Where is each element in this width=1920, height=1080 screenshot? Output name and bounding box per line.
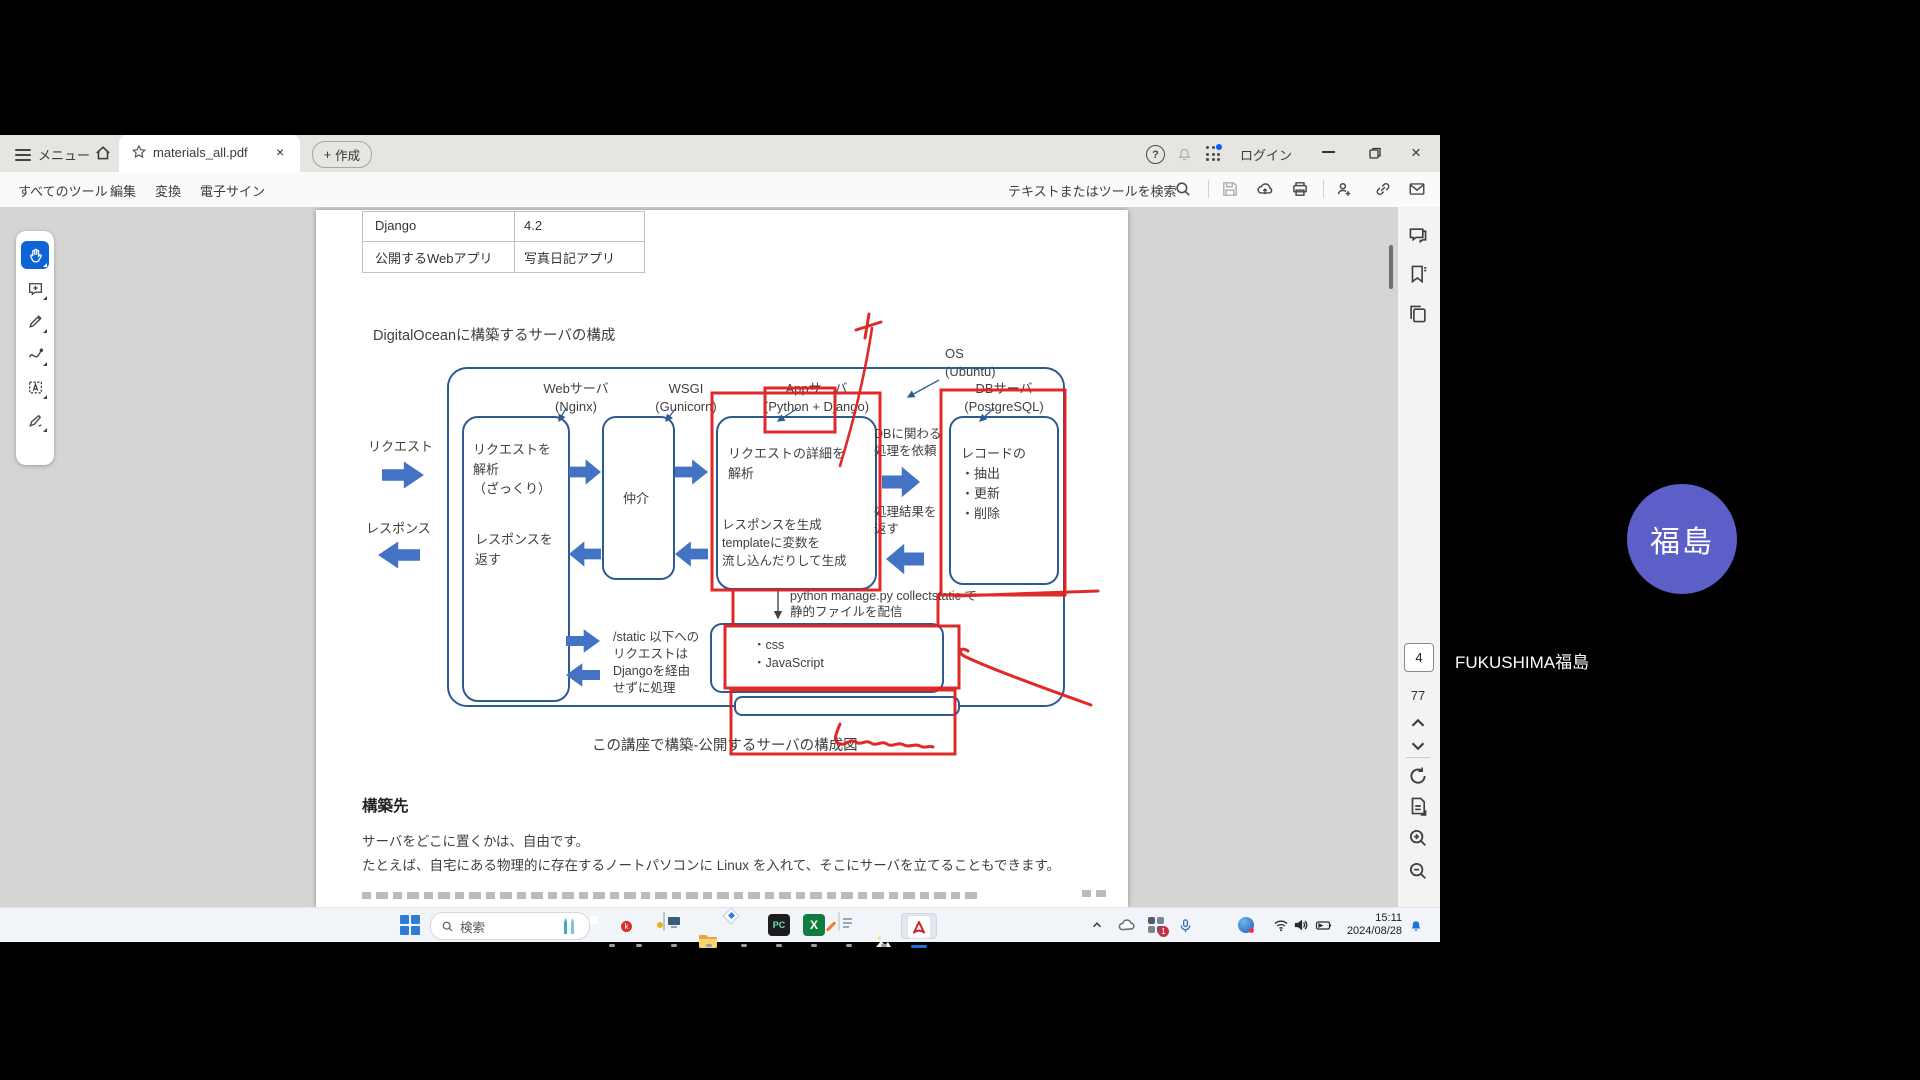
onedrive-icon[interactable] <box>1116 913 1136 937</box>
restore-button[interactable] <box>1368 146 1382 160</box>
participant-avatar: 福島 <box>1627 484 1737 594</box>
chevron-down-icon[interactable] <box>1407 735 1431 759</box>
search-icon[interactable] <box>1174 180 1192 198</box>
zoom-out-icon[interactable] <box>1407 860 1431 884</box>
app-icon-remote-desktop[interactable] <box>662 913 686 937</box>
clock-date: 2024/08/28 <box>1338 925 1402 938</box>
minimize-button[interactable] <box>1322 151 1335 153</box>
comments-panel-icon[interactable] <box>1407 223 1431 247</box>
help-icon[interactable]: ? <box>1146 145 1165 164</box>
app-icon-journal[interactable] <box>837 913 861 937</box>
print-icon[interactable] <box>1291 180 1309 198</box>
acrobat-window: メニュー materials_all.pdf × + 作成 ? <box>0 135 1440 907</box>
page-total: 77 <box>1398 688 1438 703</box>
right-tool-rail: 4 77 <box>1398 207 1440 907</box>
home-icon[interactable] <box>94 144 112 162</box>
clock-time: 15:11 <box>1338 912 1402 925</box>
star-icon[interactable] <box>131 144 147 160</box>
plus-icon: + <box>324 148 331 162</box>
attachments-panel-icon[interactable] <box>1407 303 1431 327</box>
acrobat-tabbar: メニュー materials_all.pdf × + 作成 ? <box>0 135 1440 172</box>
bell-icon[interactable] <box>1176 145 1193 162</box>
tray-app-blue-icon[interactable] <box>1236 913 1256 937</box>
link-icon[interactable] <box>1374 180 1392 198</box>
app-icon-chrome-profile1[interactable]: k <box>627 913 651 937</box>
menu-hamburger-icon[interactable] <box>15 146 31 160</box>
acrobat-toolbar: すべてのツール 編集 変換 電子サイン テキストまたはツールを検索 <box>0 172 1440 208</box>
draw-tool[interactable] <box>21 340 49 368</box>
document-tab[interactable]: materials_all.pdf × <box>119 135 300 172</box>
mail-icon[interactable] <box>1408 180 1426 198</box>
apps-grid-icon[interactable] <box>1206 146 1222 162</box>
microphone-icon[interactable] <box>1175 913 1195 937</box>
document-area: Django 4.2 公開するWebアプリ 写真日記アプリ DigitalOce… <box>0 207 1440 907</box>
app-icon-file-explorer[interactable] <box>697 913 721 937</box>
fill-sign-tool[interactable] <box>21 406 49 434</box>
wifi-icon[interactable] <box>1271 913 1291 937</box>
bookmarks-panel-icon[interactable] <box>1407 263 1431 287</box>
pdf-page: Django 4.2 公開するWebアプリ 写真日記アプリ DigitalOce… <box>316 210 1128 907</box>
app-icon-pycharm[interactable]: PC <box>767 913 791 937</box>
search-label[interactable]: テキストまたはツールを検索 <box>1008 181 1177 200</box>
screen: メニュー materials_all.pdf × + 作成 ? <box>0 0 1920 1080</box>
app-icon-photos[interactable] <box>872 913 896 937</box>
search-placeholder: 検索 <box>460 917 485 936</box>
add-comment-tool[interactable] <box>21 274 49 302</box>
request-signature-icon[interactable] <box>1335 180 1353 198</box>
scrollbar-thumb[interactable] <box>1389 245 1393 289</box>
highlight-tool[interactable] <box>21 307 49 335</box>
tab-title: materials_all.pdf <box>153 145 248 160</box>
menu-all-tools[interactable]: すべてのツール <box>18 181 108 200</box>
login-button[interactable]: ログイン <box>1240 145 1292 164</box>
start-button[interactable] <box>400 915 420 935</box>
search-icon <box>441 920 454 933</box>
menu-button[interactable]: メニュー <box>38 145 90 164</box>
taskbar-search[interactable]: 検索 <box>430 912 590 940</box>
menu-convert[interactable]: 変換 <box>155 181 181 200</box>
select-text-tool[interactable] <box>21 373 49 401</box>
hand-tool[interactable] <box>21 241 49 269</box>
page-display-icon[interactable] <box>1407 795 1431 819</box>
app-icon-excel[interactable]: X <box>802 913 826 937</box>
taskbar-clock[interactable]: 15:11 2024/08/28 <box>1338 912 1402 938</box>
red-annotations-layer <box>316 210 1128 907</box>
app-icon-chrome-profile2[interactable] <box>732 913 756 937</box>
ime-indicator[interactable] <box>1204 913 1224 937</box>
tray-chevron-up-icon[interactable] <box>1087 913 1107 937</box>
windows-taskbar: 検索 k <box>0 907 1440 942</box>
save-icon[interactable] <box>1221 180 1239 198</box>
window-close-button[interactable]: × <box>1411 143 1421 163</box>
search-highlight-image <box>561 918 579 934</box>
volume-icon[interactable] <box>1291 913 1311 937</box>
create-button[interactable]: + 作成 <box>312 141 372 168</box>
left-tool-rail <box>16 231 54 465</box>
chevron-up-icon[interactable] <box>1407 712 1431 736</box>
participant-name: FUKUSHIMA福島 <box>1455 648 1589 673</box>
zoom-in-icon[interactable] <box>1407 827 1431 851</box>
app-icon-acrobat-active[interactable] <box>901 913 937 939</box>
battery-icon[interactable] <box>1314 913 1334 937</box>
teams-icon[interactable]: 1 <box>1146 913 1166 937</box>
menu-edit[interactable]: 編集 <box>110 181 136 200</box>
notification-bell-icon[interactable] <box>1406 913 1426 937</box>
menu-esign[interactable]: 電子サイン <box>200 181 265 200</box>
rotate-page-icon[interactable] <box>1407 765 1431 789</box>
page-number-input[interactable]: 4 <box>1404 643 1434 672</box>
tab-close-icon[interactable]: × <box>276 144 284 160</box>
upload-cloud-icon[interactable] <box>1256 180 1274 198</box>
